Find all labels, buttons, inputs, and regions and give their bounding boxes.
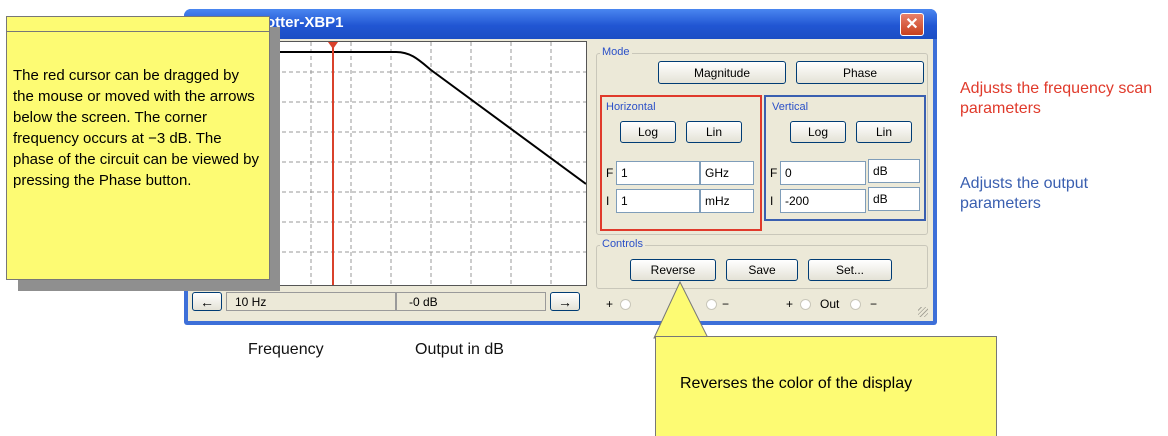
vertical-final-value-input[interactable]: 0	[780, 161, 866, 185]
horizontal-final-value-input[interactable]: 1	[616, 161, 700, 185]
vertical-log-button[interactable]: Log	[790, 121, 846, 143]
mode-legend: Mode	[600, 46, 632, 58]
note-divider	[7, 31, 269, 32]
vertical-i-label: I	[770, 194, 774, 208]
cursor-right-arrow-button[interactable]: →	[550, 292, 580, 311]
horizontal-log-button[interactable]: Log	[620, 121, 676, 143]
vertical-legend: Vertical	[770, 101, 811, 113]
output-caption: Output in dB	[415, 341, 504, 358]
horizontal-note: Adjusts the frequency scan parameters	[960, 80, 1153, 117]
horizontal-initial-unit-select[interactable]: mHz	[700, 189, 754, 213]
out-plus-label: +	[786, 297, 794, 311]
controls-legend: Controls	[600, 238, 645, 250]
vertical-f-label: F	[770, 166, 778, 180]
set-button[interactable]: Set...	[808, 259, 892, 281]
out-plus-terminal[interactable]	[800, 299, 811, 310]
vertical-initial-unit-select[interactable]: dB	[868, 187, 920, 211]
vertical-final-unit-select[interactable]: dB	[868, 159, 920, 183]
save-button[interactable]: Save	[726, 259, 798, 281]
cursor-note: The red cursor can be dragged by the mou…	[6, 16, 270, 280]
cursor-note-text: The red cursor can be dragged by the mou…	[13, 67, 259, 189]
bode-plotter-window: otter-XBP1 ✕ ← 10 Hz -0 dB → Mode Magnit…	[184, 9, 937, 325]
output-readout: -0 dB	[396, 292, 546, 311]
reverse-note: Reverses the color of the display	[655, 336, 997, 436]
frequency-caption: Frequency	[248, 341, 324, 358]
horizontal-i-label: I	[606, 194, 610, 208]
out-minus-label: −	[870, 297, 878, 311]
cursor-handle	[328, 42, 338, 49]
resize-grip[interactable]	[918, 307, 928, 317]
horizontal-f-label: F	[606, 166, 614, 180]
reverse-note-text: Reverses the color of the display	[680, 375, 913, 392]
out-label: Out	[820, 297, 840, 311]
vertical-initial-value-input[interactable]: -200	[780, 189, 866, 213]
frequency-readout: 10 Hz	[226, 292, 396, 311]
horizontal-lin-button[interactable]: Lin	[686, 121, 742, 143]
callout-pointer	[653, 280, 709, 339]
vertical-lin-button[interactable]: Lin	[856, 121, 912, 143]
horizontal-initial-value-input[interactable]: 1	[616, 189, 700, 213]
out-minus-terminal[interactable]	[850, 299, 861, 310]
in-plus-label: +	[606, 297, 614, 311]
in-plus-terminal[interactable]	[620, 299, 631, 310]
vertical-note: Adjusts the output parameters	[960, 175, 1089, 212]
window-client-area: ← 10 Hz -0 dB → Mode Magnitude Phase Hor…	[188, 39, 933, 321]
horizontal-final-unit-select[interactable]: GHz	[700, 161, 754, 185]
reverse-button[interactable]: Reverse	[630, 259, 716, 281]
magnitude-button[interactable]: Magnitude	[658, 61, 786, 84]
cursor-left-arrow-button[interactable]: ←	[192, 292, 222, 311]
phase-button[interactable]: Phase	[796, 61, 924, 84]
in-minus-label: −	[722, 297, 730, 311]
title-bar[interactable]: otter-XBP1 ✕	[184, 9, 937, 39]
close-button[interactable]: ✕	[900, 13, 924, 36]
horizontal-legend: Horizontal	[604, 101, 658, 113]
